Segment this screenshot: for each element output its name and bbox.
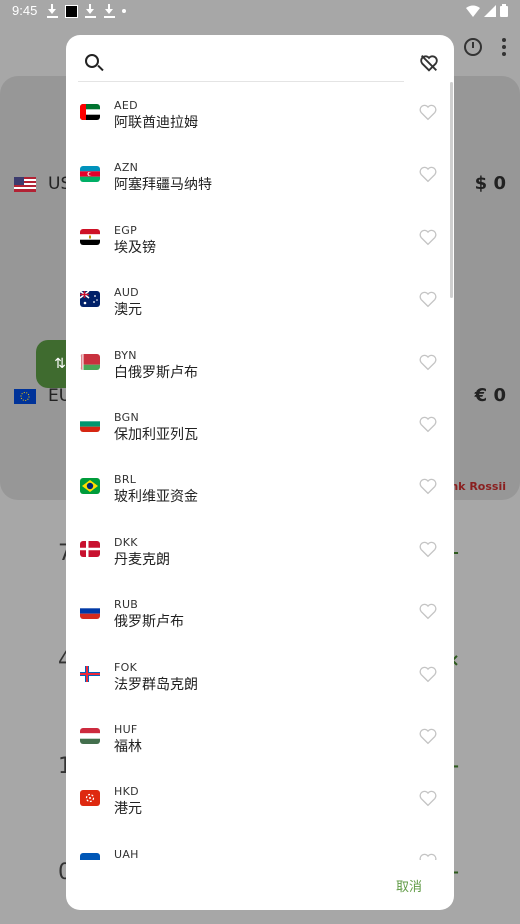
notification-icons [46,4,126,18]
search-icon [85,54,99,68]
favorite-heart-icon[interactable] [418,415,438,433]
more-notifications-icon [122,9,126,13]
currency-item-egp[interactable]: EGP 埃及镑 [66,207,454,269]
favorite-heart-icon[interactable] [418,103,438,121]
currency-item-fok[interactable]: FOK 法罗群岛克朗 [66,644,454,706]
currency-item-huf[interactable]: HUF 福林 [66,706,454,768]
currency-code: AED [114,99,138,112]
favorite-heart-icon[interactable] [418,290,438,308]
top-actions [464,38,506,56]
favorite-heart-icon[interactable] [418,852,438,860]
download-icon [46,4,59,18]
currency-item-brl[interactable]: BRL 玻利维亚资金 [66,456,454,518]
currency-name: 俄罗斯卢布 [114,614,184,631]
flag-belarus-icon [80,353,100,370]
currency-code: BYN [114,348,137,362]
history-icon[interactable] [464,38,482,56]
currency-name: 阿塞拜疆马纳特 [114,177,212,194]
currency-picker-dialog: AED 阿联酋迪拉姆 AZN 阿塞拜疆马纳特 EGP 埃及镑 AUD 澳元 BYN 白俄罗斯卢布 B… [66,35,454,910]
currency-item-aed[interactable]: AED 阿联酋迪拉姆 [66,82,454,144]
currency-item-hkd[interactable]: HKD 港元 [66,768,454,830]
currency-name: 白俄罗斯卢布 [114,364,198,381]
currency-name: 法罗群岛克朗 [114,676,198,693]
download-icon [103,4,116,18]
currency-name: 港元 [114,801,142,818]
currency-code: RUB [114,598,139,612]
currency-list[interactable]: AED 阿联酋迪拉姆 AZN 阿塞拜疆马纳特 EGP 埃及镑 AUD 澳元 BYN 白俄罗斯卢布 B… [66,82,454,860]
scrollbar[interactable] [450,82,453,298]
flag-bulgaria-icon [80,415,100,432]
currency-name: 澳元 [114,302,142,319]
currency-item-aud[interactable]: AUD 澳元 [66,269,454,331]
currency-item-rub[interactable]: RUB 俄罗斯卢布 [66,581,454,643]
to-currency-selector[interactable]: EU [14,386,71,406]
currency-item-azn[interactable]: AZN 阿塞拜疆马纳特 [66,144,454,206]
status-time: 9:45 [12,3,38,18]
currency-name: 玻利维亚资金 [114,489,198,506]
currency-code: EGP [114,223,138,237]
currency-item-uah[interactable]: UAH [66,831,454,860]
favorite-heart-icon[interactable] [418,477,438,495]
status-bar: 9:45 [0,0,520,24]
system-icons [466,4,508,17]
app-notification-icon [65,4,78,18]
currency-name: 阿联酋迪拉姆 [114,115,198,131]
favorite-heart-icon[interactable] [418,353,438,371]
favorite-heart-icon[interactable] [418,789,438,807]
favorite-heart-icon[interactable] [418,727,438,745]
currency-name: 保加利亚列瓦 [114,426,198,443]
flag-egypt-icon [80,228,100,245]
battery-icon [500,4,508,17]
flag-russia-icon [80,603,100,620]
flag-brazil-icon [80,478,100,495]
favorite-heart-icon[interactable] [418,602,438,620]
currency-code: HKD [114,785,139,799]
flag-ukraine-icon [80,852,100,860]
currency-code: AZN [114,161,139,175]
favorites-filter-icon[interactable] [418,52,440,74]
favorite-heart-icon[interactable] [418,540,438,558]
currency-code: AUD [114,286,139,300]
flag-faroe-icon [80,665,100,682]
currency-item-dkk[interactable]: DKK 丹麦克朗 [66,519,454,581]
flag-hongkong-icon [80,790,100,807]
from-amount: $ 0 [474,173,506,194]
currency-item-byn[interactable]: BYN 白俄罗斯卢布 [66,332,454,394]
swap-icon: ⇅ [54,356,66,372]
favorite-heart-icon[interactable] [418,165,438,183]
more-options-icon[interactable] [502,38,506,56]
currency-code: BGN [114,410,140,424]
from-currency-selector[interactable]: US [14,174,71,194]
currency-code: BRL [114,473,137,487]
us-flag-icon [14,176,36,192]
download-icon [84,4,97,18]
currency-name: 丹麦克朗 [114,551,170,568]
flag-uae-icon [80,104,100,120]
flag-denmark-icon [80,540,100,557]
currency-code: UAH [114,847,139,860]
signal-icon [484,4,496,17]
flag-australia-icon [80,291,100,308]
wifi-icon [466,5,480,17]
to-amount: € 0 [474,385,506,406]
favorite-heart-icon[interactable] [418,228,438,246]
cancel-button[interactable]: 取消 [396,876,422,895]
search-input[interactable] [112,49,402,79]
currency-name: 福林 [114,738,142,755]
flag-azerbaijan-icon [80,166,100,183]
currency-name: 埃及镑 [114,239,156,256]
currency-code: DKK [114,535,138,549]
flag-hungary-icon [80,727,100,744]
eu-flag-icon [14,388,36,404]
currency-code: FOK [114,660,138,674]
currency-code: HUF [114,722,138,736]
favorite-heart-icon[interactable] [418,665,438,683]
currency-item-bgn[interactable]: BGN 保加利亚列瓦 [66,394,454,456]
